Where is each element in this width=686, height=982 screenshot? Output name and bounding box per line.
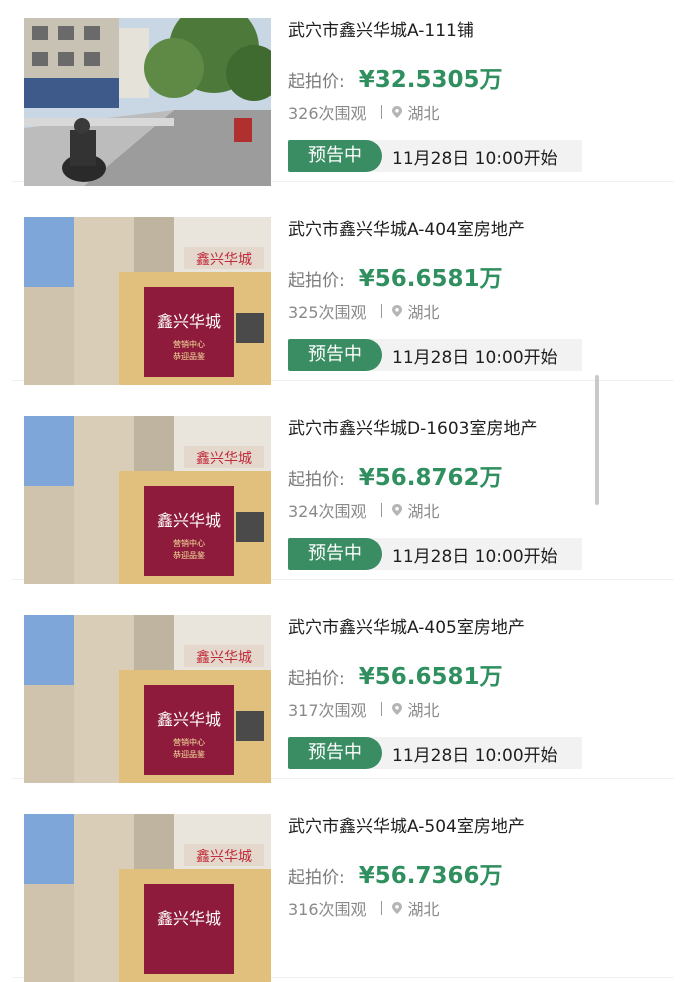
location-pin-icon [391,106,402,118]
divider [380,105,382,119]
view-count: 326次围观 [288,104,367,123]
listing-title[interactable]: 武穴市鑫兴华城A-504室房地产 [288,816,674,838]
status-row: 预告中 11月28日 10:00开始 [288,737,582,769]
sign-line1: 营销中心 [173,339,205,349]
starting-price: ¥56.8762万 [358,465,503,491]
street-photo-image [24,18,271,186]
listing-photo[interactable]: 鑫兴华城 营销中心 恭迎品鉴 鑫兴华城 [24,416,271,584]
location-pin-icon [391,504,402,516]
listing-info: 武穴市鑫兴华城A-405室房地产 起拍价: ¥56.6581万 317次围观 湖… [288,615,674,769]
rooftop-sign: 鑫兴华城 [196,649,252,666]
start-time: 11月28日 10:00开始 [392,148,558,169]
list-item[interactable]: 鑫兴华城 营销中心 恭迎品鉴 鑫兴华城 武穴市鑫兴华城A-404室房地产 起拍价… [12,182,674,385]
list-item[interactable]: 鑫兴华城 鑫兴华城 武穴市鑫兴华城A-504室房地产 起拍价: ¥56.7366… [12,779,674,982]
starting-price: ¥56.7366万 [358,863,503,889]
price-row: 起拍价: ¥56.6581万 [288,657,674,690]
listing-title[interactable]: 武穴市鑫兴华城A-404室房地产 [288,219,674,241]
sign-name: 鑫兴华城 [157,909,221,928]
divider [380,901,382,915]
listing-meta: 317次围观 湖北 [288,697,674,721]
view-count: 325次围观 [288,303,367,322]
starting-price: ¥56.6581万 [358,266,503,292]
sign-name: 鑫兴华城 [157,312,221,331]
listing-info: 武穴市鑫兴华城A-504室房地产 起拍价: ¥56.7366万 316次围观 湖… [288,814,674,920]
starting-price: ¥32.5305万 [358,67,503,93]
sign-line2: 恭迎品鉴 [173,550,205,560]
price-label: 起拍价: [288,868,345,888]
view-count: 317次围观 [288,701,367,720]
listing-meta: 324次围观 湖北 [288,498,674,522]
building-photo-image: 鑫兴华城 营销中心 恭迎品鉴 鑫兴华城 [24,416,271,584]
price-label: 起拍价: [288,470,345,490]
listing-photo[interactable]: 鑫兴华城 营销中心 恭迎品鉴 鑫兴华城 [24,615,271,783]
building-photo-image: 鑫兴华城 鑫兴华城 [24,814,271,982]
region: 湖北 [407,303,440,322]
start-time: 11月28日 10:00开始 [392,745,558,766]
rooftop-sign: 鑫兴华城 [196,848,252,865]
sign-line1: 营销中心 [173,737,205,747]
region: 湖北 [407,502,440,521]
status-badge: 预告中 [288,339,382,371]
listing-photo[interactable] [24,18,271,186]
listing-meta: 325次围观 湖北 [288,299,674,323]
start-time: 11月28日 10:00开始 [392,347,558,368]
status-row: 预告中 11月28日 10:00开始 [288,339,582,371]
divider [380,304,382,318]
listing-title[interactable]: 武穴市鑫兴华城A-405室房地产 [288,617,674,639]
starting-price: ¥56.6581万 [358,664,503,690]
building-photo-image: 鑫兴华城 营销中心 恭迎品鉴 鑫兴华城 [24,615,271,783]
listing-info: 武穴市鑫兴华城D-1603室房地产 起拍价: ¥56.8762万 324次围观 … [288,416,674,570]
price-label: 起拍价: [288,271,345,291]
price-row: 起拍价: ¥56.7366万 [288,856,674,889]
list-item[interactable]: 武穴市鑫兴华城A-111铺 起拍价: ¥32.5305万 326次围观 湖北 预… [12,0,674,186]
view-count: 316次围观 [288,900,367,919]
status-badge: 预告中 [288,140,382,172]
start-time: 11月28日 10:00开始 [392,546,558,567]
location-pin-icon [391,305,402,317]
region: 湖北 [407,701,440,720]
listing-title[interactable]: 武穴市鑫兴华城D-1603室房地产 [288,418,674,440]
price-row: 起拍价: ¥56.8762万 [288,458,674,491]
price-row: 起拍价: ¥32.5305万 [288,60,674,93]
scrollbar[interactable] [595,375,599,505]
location-pin-icon [391,902,402,914]
sign-name: 鑫兴华城 [157,511,221,530]
status-row: 预告中 11月28日 10:00开始 [288,140,582,172]
status-row: 预告中 11月28日 10:00开始 [288,538,582,570]
listing-meta: 326次围观 湖北 [288,100,674,124]
list-item[interactable]: 鑫兴华城 营销中心 恭迎品鉴 鑫兴华城 武穴市鑫兴华城D-1603室房地产 起拍… [12,381,674,584]
price-row: 起拍价: ¥56.6581万 [288,259,674,292]
sign-line2: 恭迎品鉴 [173,351,205,361]
listing-photo[interactable]: 鑫兴华城 营销中心 恭迎品鉴 鑫兴华城 [24,217,271,385]
region: 湖北 [407,104,440,123]
listing-title[interactable]: 武穴市鑫兴华城A-111铺 [288,20,674,42]
rooftop-sign: 鑫兴华城 [196,251,252,268]
location-pin-icon [391,703,402,715]
price-label: 起拍价: [288,72,345,92]
divider [380,702,382,716]
listing-info: 武穴市鑫兴华城A-111铺 起拍价: ¥32.5305万 326次围观 湖北 预… [288,18,674,172]
list-item[interactable]: 鑫兴华城 营销中心 恭迎品鉴 鑫兴华城 武穴市鑫兴华城A-405室房地产 起拍价… [12,580,674,783]
divider [380,503,382,517]
listing-info: 武穴市鑫兴华城A-404室房地产 起拍价: ¥56.6581万 325次围观 湖… [288,217,674,371]
region: 湖北 [407,900,440,919]
sign-line2: 恭迎品鉴 [173,749,205,759]
auction-list: 武穴市鑫兴华城A-111铺 起拍价: ¥32.5305万 326次围观 湖北 预… [0,0,686,982]
sign-line1: 营销中心 [173,538,205,548]
status-badge: 预告中 [288,538,382,570]
listing-photo[interactable]: 鑫兴华城 鑫兴华城 [24,814,271,982]
listing-meta: 316次围观 湖北 [288,896,674,920]
building-photo-image: 鑫兴华城 营销中心 恭迎品鉴 鑫兴华城 [24,217,271,385]
price-label: 起拍价: [288,669,345,689]
view-count: 324次围观 [288,502,367,521]
sign-name: 鑫兴华城 [157,710,221,729]
status-badge: 预告中 [288,737,382,769]
rooftop-sign: 鑫兴华城 [196,450,252,467]
